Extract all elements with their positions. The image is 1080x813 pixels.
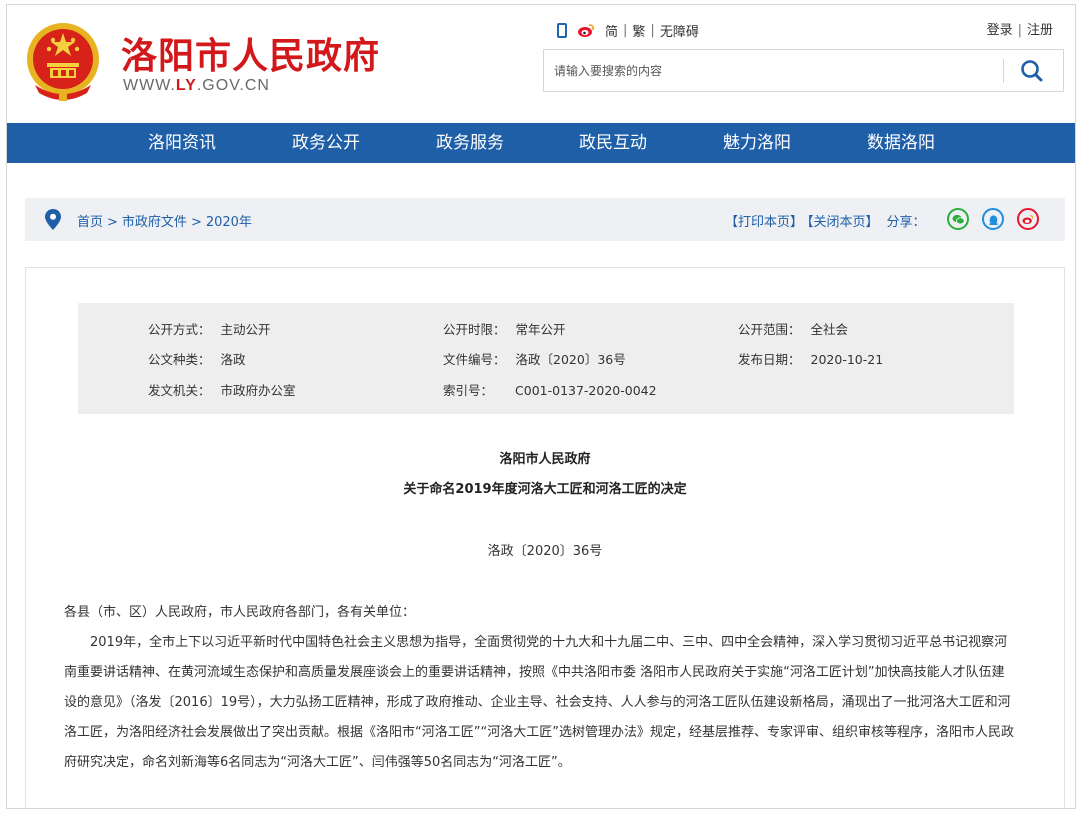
login-link[interactable]: 登录 <box>987 23 1013 38</box>
search-button[interactable] <box>1014 56 1050 86</box>
meta-row: 公开方式： 主动公开 公开时限： 常年公开 公开范围： 全社会 <box>78 319 1014 339</box>
login-register: 登录 | 注册 <box>986 23 1053 38</box>
share-weibo-button[interactable] <box>1017 208 1039 230</box>
meta-file-number: 文件编号： 洛政〔2020〕36号 <box>443 352 626 367</box>
nav-item-government-affairs[interactable]: 政务公开 <box>271 123 381 163</box>
share-wechat-button[interactable] <box>947 208 969 230</box>
meta-open-method: 公开方式： 主动公开 <box>148 322 271 337</box>
document-number: 洛政〔2020〕36号 <box>487 544 603 559</box>
search-input[interactable] <box>554 60 994 82</box>
close-page-link[interactable]: 【关闭本页】 <box>807 215 879 230</box>
print-page-link[interactable]: 【打印本页】 <box>725 215 803 230</box>
share-qq-button[interactable] <box>982 208 1004 230</box>
search-icon <box>1021 60 1043 82</box>
document-title: 关于命名2019年度河洛大工匠和河洛工匠的决定 <box>403 482 687 497</box>
header-tools: 简 | 繁 | 无障碍 <box>557 19 699 41</box>
mobile-phone-icon[interactable] <box>557 22 567 38</box>
lang-traditional-link[interactable]: 繁 <box>632 21 645 40</box>
meta-publish-date: 发布日期： 2020-10-21 <box>738 352 884 367</box>
breadcrumb-year[interactable]: 2020年 <box>206 215 252 230</box>
meta-issuer: 发文机关： 市政府办公室 <box>148 383 296 398</box>
weibo-share-icon <box>1022 214 1034 224</box>
weibo-icon[interactable] <box>577 23 595 38</box>
main-nav: 洛阳资讯 政务公开 政务服务 政民互动 魅力洛阳 数据洛阳 <box>7 123 1075 163</box>
accessibility-link[interactable]: 无障碍 <box>660 21 699 40</box>
document-metadata: 公开方式： 主动公开 公开时限： 常年公开 公开范围： 全社会 公文种类： 洛政 文件编… <box>78 303 1014 414</box>
wechat-icon <box>952 214 965 224</box>
salutation: 各县（市、区）人民政府，市人民政府各部门，各有关单位： <box>64 605 416 620</box>
national-emblem-icon <box>27 23 99 101</box>
document-body: 各县（市、区）人民政府，市人民政府各部门，各有关单位： 2019年，全市上下以习… <box>64 598 1014 778</box>
document-issuer-title: 洛阳市人民政府 <box>499 452 591 467</box>
location-pin-icon <box>45 209 61 230</box>
article-content: 公开方式： 主动公开 公开时限： 常年公开 公开范围： 全社会 公文种类： 洛政 文件编… <box>25 267 1065 808</box>
breadcrumb: 首页 > 市政府文件 >2020年 <box>77 215 252 230</box>
breadcrumb-home[interactable]: 首页 <box>77 215 103 230</box>
share-label: 分享： <box>886 215 926 230</box>
meta-row: 发文机关： 市政府办公室 索引号： C001-0137-2020-0042 <box>78 380 1014 400</box>
nav-item-luoyang-news[interactable]: 洛阳资讯 <box>127 123 237 163</box>
lang-simplified-link[interactable]: 简 <box>605 21 618 40</box>
qq-icon <box>988 214 998 225</box>
nav-item-data-luoyang[interactable]: 数据洛阳 <box>846 123 956 163</box>
meta-doc-type: 公文种类： 洛政 <box>148 352 246 367</box>
nav-item-charm-luoyang[interactable]: 魅力洛阳 <box>702 123 812 163</box>
search-divider <box>1003 59 1004 83</box>
site-name: 洛阳市人民政府 <box>121 36 381 77</box>
search-box <box>543 49 1064 92</box>
breadcrumb-city-documents[interactable]: 市政府文件 <box>122 215 187 230</box>
nav-item-interaction[interactable]: 政民互动 <box>558 123 668 163</box>
meta-index-number: 索引号： C001-0137-2020-0042 <box>443 383 657 398</box>
meta-row: 公文种类： 洛政 文件编号： 洛政〔2020〕36号 发布日期： 2020-10-21 <box>78 349 1014 369</box>
breadcrumb-bar: 首页 > 市政府文件 >2020年 【打印本页】 【关闭本页】 分享： <box>25 198 1065 241</box>
register-link[interactable]: 注册 <box>1027 23 1053 38</box>
site-header: 洛阳市人民政府 WWW.LY.GOV.CN 简 | 繁 | 无障碍 登录 | 注册 <box>7 5 1075 123</box>
page-frame: 洛阳市人民政府 WWW.LY.GOV.CN 简 | 繁 | 无障碍 登录 | 注册 <box>6 4 1076 809</box>
nav-item-government-services[interactable]: 政务服务 <box>415 123 525 163</box>
page-actions: 【打印本页】 【关闭本页】 分享： <box>725 211 930 230</box>
meta-open-period: 公开时限： 常年公开 <box>443 322 566 337</box>
meta-open-scope: 公开范围： 全社会 <box>738 322 849 337</box>
body-paragraph: 2019年，全市上下以习近平新时代中国特色社会主义思想为指导，全面贯彻党的十九大… <box>64 635 1014 770</box>
site-url: WWW.LY.GOV.CN <box>123 77 270 94</box>
